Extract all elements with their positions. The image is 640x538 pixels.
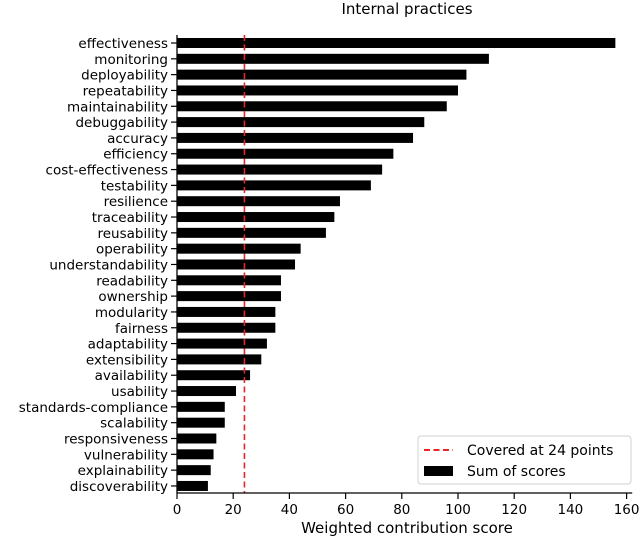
y-tick-label: accuracy (107, 131, 168, 147)
y-tick-label: modularity (95, 305, 168, 321)
bar-maintainability (177, 101, 447, 112)
bar-efficiency (177, 148, 394, 159)
bar-monitoring (177, 53, 489, 64)
y-tick-label: extensibility (86, 352, 168, 368)
y-tick-label: ownership (98, 289, 168, 305)
x-axis: 0 20 40 60 80 100 120 140 160 (173, 492, 640, 518)
y-tick-label: deployability (81, 68, 168, 84)
bar-accuracy (177, 132, 414, 143)
y-tick-label: adaptability (88, 337, 168, 353)
bar-debuggability (177, 117, 425, 128)
y-tick-label: traceability (92, 210, 168, 226)
legend-bar-swatch-icon (424, 466, 453, 476)
y-tick-label: effectiveness (78, 36, 168, 52)
bar-effectiveness (177, 38, 616, 48)
bar-adaptability (177, 338, 267, 349)
bar-discoverability (177, 480, 208, 491)
y-tick-label: vulnerability (84, 447, 168, 463)
legend-label-series: Sum of scores (467, 464, 566, 480)
y-tick-label: scalability (100, 416, 168, 432)
y-tick-label: understandability (49, 257, 168, 273)
bar-readability (177, 275, 281, 286)
y-axis: effectivenessmonitoringdeployabilityrepe… (19, 35, 178, 495)
legend: Covered at 24 points Sum of scores (417, 435, 632, 485)
y-tick-label: readability (96, 273, 168, 289)
y-tick-label: operability (96, 242, 168, 258)
bar-chart: Internal practices effectivenessmonitori… (19, 0, 640, 537)
y-tick-label: repeatability (83, 83, 168, 99)
bar-understandability (177, 259, 296, 270)
bar-operability (177, 243, 301, 254)
bar-vulnerability (177, 449, 214, 460)
legend-label-reference: Covered at 24 points (467, 443, 613, 459)
y-tick-label: maintainability (67, 99, 168, 115)
x-tick-label: 140 (558, 502, 584, 518)
y-tick-label: responsiveness (64, 432, 168, 448)
bar-deployability (177, 69, 467, 80)
y-tick-label: reusability (97, 226, 168, 242)
bar-scalability (177, 417, 225, 428)
x-tick-label: 120 (501, 502, 527, 518)
y-tick-label: discoverability (70, 479, 168, 495)
chart-title: Internal practices (341, 0, 472, 18)
bar-cost-effectiveness (177, 164, 383, 175)
bar-extensibility (177, 354, 262, 365)
bar-availability (177, 370, 251, 381)
bar-explainability (177, 465, 211, 476)
x-tick-label: 40 (281, 502, 298, 518)
y-tick-label: cost-effectiveness (46, 163, 168, 179)
bar-testability (177, 180, 371, 191)
bar-ownership (177, 291, 281, 302)
bar-usability (177, 386, 237, 397)
y-tick-label: debuggability (75, 115, 168, 131)
bars-group (177, 38, 616, 491)
x-tick-label: 60 (337, 502, 354, 518)
bar-reusability (177, 227, 326, 238)
y-tick-label: usability (111, 384, 168, 400)
y-tick-label: efficiency (103, 147, 168, 163)
x-tick-label: 20 (225, 502, 242, 518)
y-tick-label: resilience (104, 194, 168, 210)
x-axis-label: Weighted contribution score (301, 519, 513, 537)
bar-modularity (177, 306, 276, 317)
bar-resilience (177, 196, 340, 207)
y-tick-label: explainability (78, 463, 168, 479)
y-tick-label: testability (101, 178, 168, 194)
y-tick-label: standards-compliance (19, 400, 168, 416)
bar-responsiveness (177, 433, 217, 444)
y-tick-label: availability (95, 368, 168, 384)
bar-standards-compliance (177, 401, 225, 412)
y-tick-label: fairness (115, 321, 168, 337)
bar-repeatability (177, 85, 458, 96)
bar-fairness (177, 322, 276, 333)
x-tick-label: 160 (614, 502, 640, 518)
y-tick-label: monitoring (94, 52, 168, 68)
x-tick-label: 100 (445, 502, 471, 518)
x-tick-label: 0 (173, 502, 182, 518)
x-tick-label: 80 (393, 502, 410, 518)
bar-traceability (177, 212, 335, 223)
